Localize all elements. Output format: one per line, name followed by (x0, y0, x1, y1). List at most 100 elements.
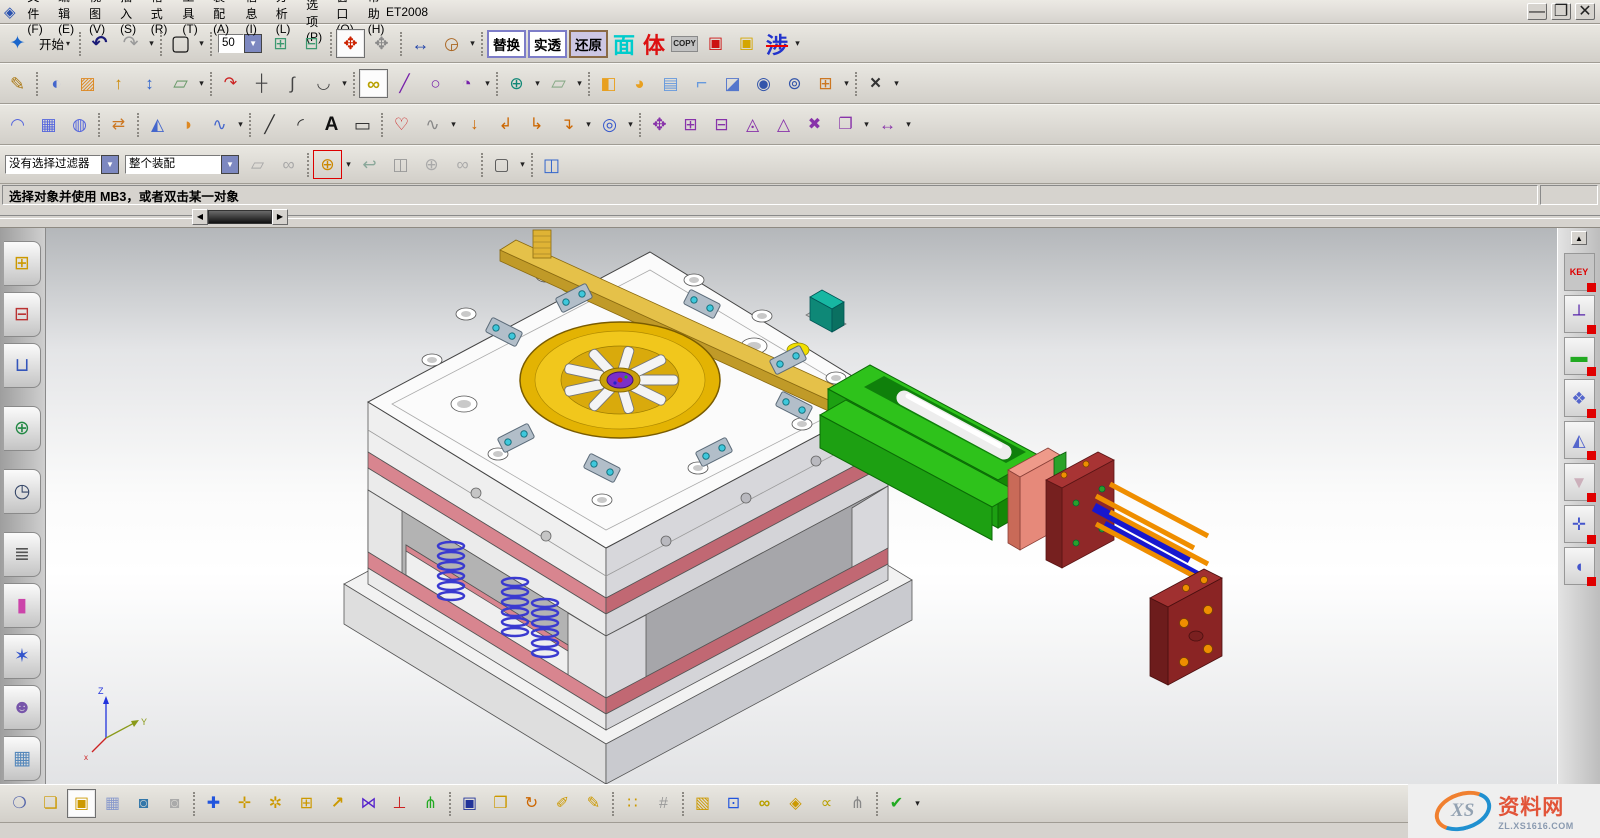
key-part-thumbnail[interactable]: KEY (1564, 253, 1595, 291)
delete-body-icon[interactable]: ✖ (800, 110, 829, 139)
materials-icon[interactable]: ▮ (4, 583, 41, 628)
product-outline-icon[interactable]: ▣ (67, 789, 96, 818)
selection-scope-combo[interactable]: 整个装配▼ (125, 155, 239, 174)
add-component-icon[interactable]: ✚ (199, 789, 228, 818)
start-button[interactable]: 开始▾ (34, 29, 75, 58)
move-object-icon[interactable]: ✥ (645, 110, 674, 139)
filter-plane-icon[interactable]: ▱ (243, 150, 272, 179)
undo-list-dropdown[interactable]: ▾ (146, 38, 157, 49)
circle-icon[interactable]: ○ (421, 69, 450, 98)
filter-rings-icon[interactable]: ∞ (274, 150, 303, 179)
replace-button[interactable]: 替换 (487, 30, 526, 58)
join-curve-icon[interactable]: ∫ (278, 69, 307, 98)
menu-tools[interactable]: 工具(T) (176, 2, 205, 22)
scroll-left-button[interactable]: ◀ (192, 209, 208, 225)
resize-blend-icon[interactable]: △ (769, 110, 798, 139)
project-curve-icon[interactable]: ↓ (460, 110, 489, 139)
hydraulic-cylinder[interactable] (1008, 448, 1222, 685)
feature-dropdown[interactable]: ▾ (841, 78, 852, 89)
select-mode-dropdown[interactable]: ▾ (517, 159, 528, 170)
nx-logo-icon[interactable]: ✦ (3, 29, 32, 58)
extend-arc-icon[interactable]: ◡ (309, 69, 338, 98)
display-style-swatch[interactable]: ▢ (166, 29, 195, 58)
slide-block-thumbnail[interactable]: ▬ (1564, 337, 1595, 375)
sketch-icon[interactable]: ✎ (3, 69, 32, 98)
measure-angle-icon[interactable]: ◶ (437, 29, 466, 58)
yellow-cube-wireframe-icon[interactable]: ▣ (732, 29, 761, 58)
measure-distance-icon[interactable]: ↔ (406, 29, 435, 58)
menu-assemblies[interactable]: 装配(A) (207, 2, 236, 22)
fillet-sheet-icon[interactable]: ◗ (174, 110, 203, 139)
split-body-icon[interactable]: ◐ (42, 69, 71, 98)
dimension-dropdown[interactable]: ▾ (891, 78, 902, 89)
pattern-component-icon[interactable]: ⊞ (292, 789, 321, 818)
substitute-component-icon[interactable]: ❒ (486, 789, 515, 818)
move-to-layer-icon[interactable]: ⊟ (297, 29, 326, 58)
menu-view[interactable]: 视图(V) (83, 2, 112, 22)
menu-preferences[interactable]: 首选项(P) (300, 2, 329, 22)
relink-icon[interactable]: ∝ (812, 789, 841, 818)
intersect-curve-icon[interactable]: ↳ (522, 110, 551, 139)
find-component-icon[interactable]: ❍ (5, 789, 34, 818)
unloaded-components-icon[interactable]: ▦ (98, 789, 127, 818)
flatten-curve-icon[interactable]: ↴ (553, 110, 582, 139)
replace-component-icon[interactable]: ↻ (517, 789, 546, 818)
wrap-dropdown[interactable]: ▾ (625, 119, 636, 130)
block-icon[interactable]: ▤ (656, 69, 685, 98)
datum-plane-icon[interactable]: ▱ (166, 69, 195, 98)
remember-constraints-icon[interactable]: ⋔ (416, 789, 445, 818)
hole-icon[interactable]: ◉ (749, 69, 778, 98)
feature-dimension-icon[interactable]: × (861, 69, 890, 98)
save-icon[interactable]: ▣ (455, 789, 484, 818)
rectangle-select-icon[interactable]: ▢ (487, 150, 516, 179)
interpart-link-icon[interactable]: ∞ (750, 789, 779, 818)
basic-line-icon[interactable]: ╱ (255, 110, 284, 139)
assembly-constraints-icon[interactable]: ⋈ (354, 789, 383, 818)
close-button[interactable]: ✕ (1575, 3, 1595, 20)
edit-in-window-icon[interactable]: ✎ (579, 789, 608, 818)
revolve-icon[interactable]: ◕ (625, 69, 654, 98)
minimize-button[interactable]: — (1527, 3, 1547, 20)
trim-body-icon[interactable]: ◪ (718, 69, 747, 98)
boolean-dropdown[interactable]: ▾ (532, 78, 543, 89)
deformed-component-icon[interactable]: # (649, 789, 678, 818)
divide-curve-icon[interactable]: ┼ (247, 69, 276, 98)
delete-face-icon[interactable]: ◬ (738, 110, 767, 139)
palette-scroll-up-button[interactable]: ▲ (1571, 231, 1587, 245)
assembly-navigator-icon[interactable]: ⊞ (4, 241, 41, 286)
extract-face-icon[interactable]: ↑ (104, 69, 133, 98)
erase-highlight-icon[interactable]: ◫ (386, 150, 415, 179)
extrude-icon[interactable]: ◧ (594, 69, 623, 98)
trim-sheet-icon[interactable]: ◭ (143, 110, 172, 139)
display-style-dropdown[interactable]: ▾ (196, 38, 207, 49)
plate-part-thumbnail[interactable]: ◭ (1564, 421, 1595, 459)
open-component-icon[interactable]: ❏ (36, 789, 65, 818)
rectangle-icon[interactable]: ▭ (348, 110, 377, 139)
new-component-icon[interactable]: ✛ (230, 789, 259, 818)
arc-icon[interactable]: ◔ (452, 69, 481, 98)
object-ops-dropdown[interactable]: ▾ (861, 119, 872, 130)
menu-information[interactable]: 信息(I) (238, 2, 267, 22)
viewport-h-scrollbar[interactable]: ◀ ▶ (192, 209, 288, 225)
line-icon[interactable]: ╱ (390, 69, 419, 98)
datum-dropdown[interactable]: ▾ (196, 78, 207, 89)
wcs-orient-icon[interactable]: ✥ (367, 29, 396, 58)
undo-icon[interactable]: ↶ (85, 29, 114, 58)
ejector-pin-thumbnail[interactable]: ▼ (1564, 463, 1595, 501)
copy-object-icon[interactable]: ⊞ (676, 110, 705, 139)
edit-component-icon[interactable]: ✐ (548, 789, 577, 818)
product-interface-icon[interactable]: ⋔ (843, 789, 872, 818)
orient-view-icon[interactable]: ⊕ (417, 150, 446, 179)
menu-insert[interactable]: 插入(S) (114, 2, 143, 22)
offset-sheet-icon[interactable]: ⇄ (104, 110, 133, 139)
menu-edit[interactable]: 编辑(E) (52, 2, 81, 22)
combine-curve-icon[interactable]: ↲ (491, 110, 520, 139)
body-display-button[interactable]: 体 (640, 29, 668, 58)
show-constraints-icon[interactable]: ⊥ (385, 789, 414, 818)
limit-clamp[interactable] (806, 290, 846, 332)
ruled-surface-icon[interactable]: ◠ (3, 110, 32, 139)
copy-object-display-icon[interactable]: ❐ (831, 110, 860, 139)
chain-rings-icon[interactable]: ∞ (359, 69, 388, 98)
row1-more-dropdown[interactable]: ▾ (792, 38, 803, 49)
offset-surface-icon[interactable]: ↕ (135, 69, 164, 98)
